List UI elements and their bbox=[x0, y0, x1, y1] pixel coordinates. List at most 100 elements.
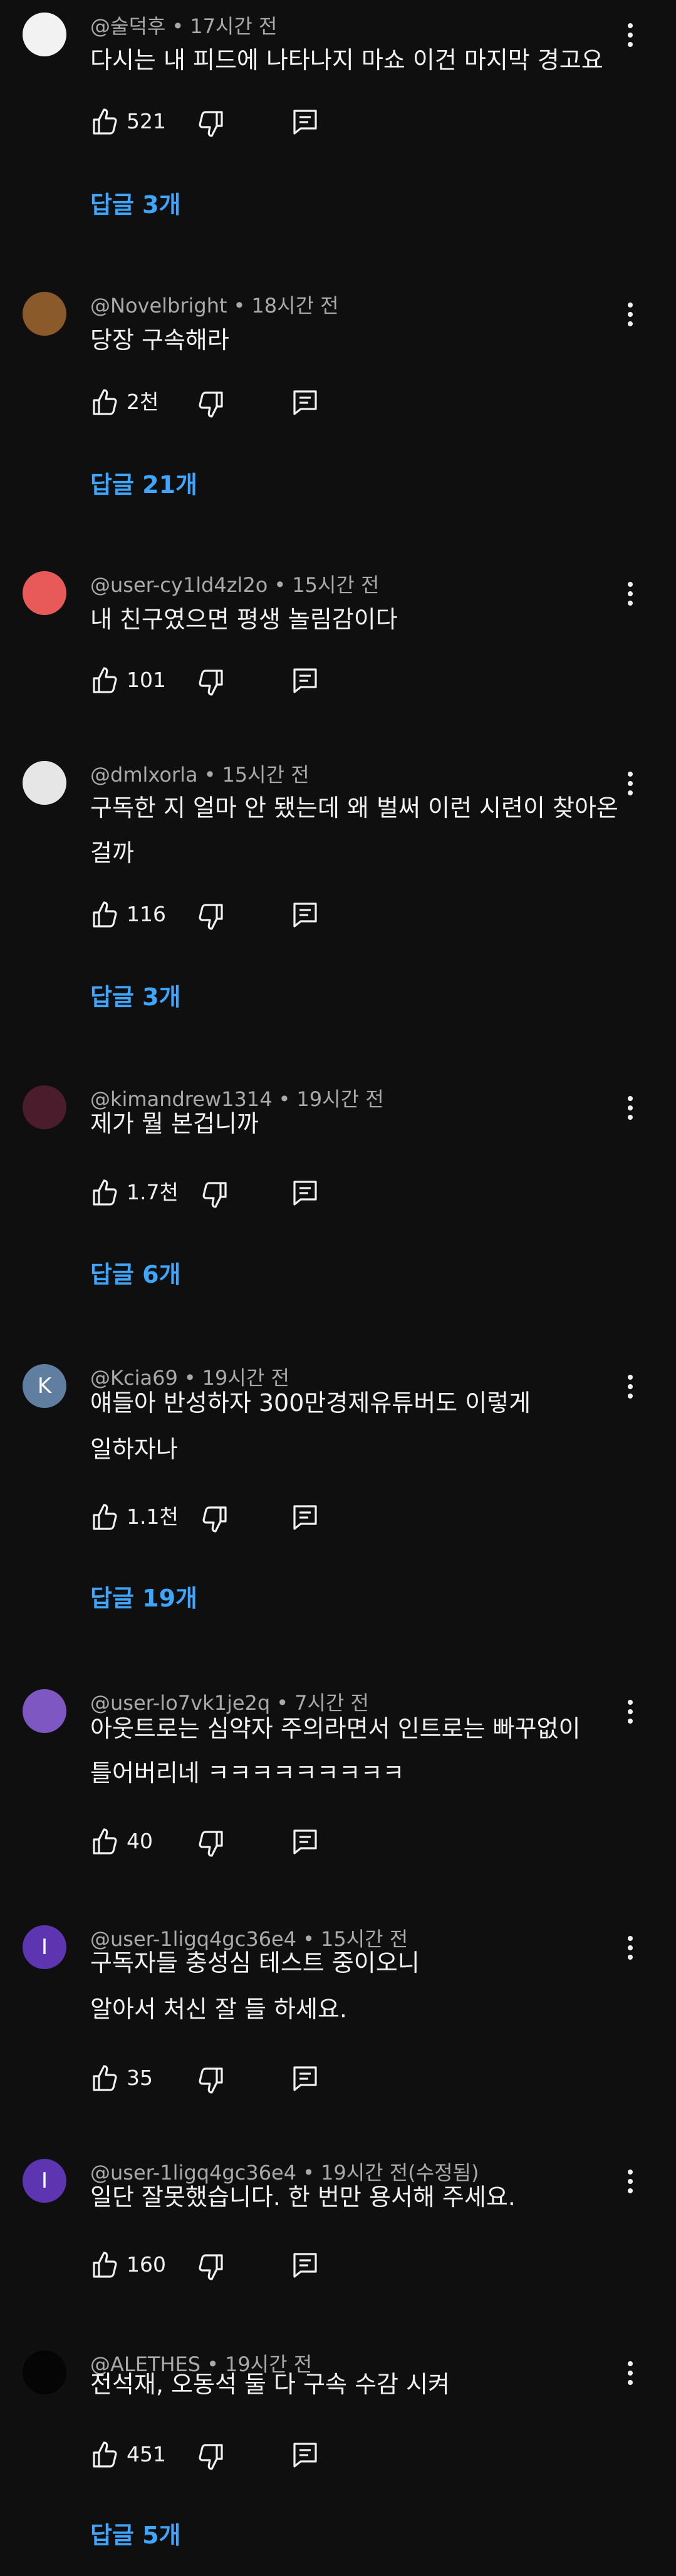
like-icon[interactable] bbox=[90, 2248, 120, 2282]
reply-icon[interactable] bbox=[289, 1826, 321, 1857]
dislike-icon[interactable] bbox=[195, 1827, 226, 1861]
more-options-icon[interactable] bbox=[620, 2163, 640, 2200]
reply-icon[interactable] bbox=[289, 386, 321, 418]
menu-dot bbox=[628, 1115, 633, 1120]
like-count: 521 bbox=[127, 109, 166, 133]
avatar[interactable] bbox=[23, 13, 66, 56]
comment-header: @dmlxorla • 15시간 전 bbox=[90, 762, 309, 787]
comment-actions: 116 bbox=[90, 897, 341, 931]
menu-dot bbox=[628, 2361, 633, 2366]
like-count: 101 bbox=[127, 668, 166, 692]
view-replies-link[interactable]: 답글 6개 bbox=[90, 1260, 181, 1290]
more-options-icon[interactable] bbox=[620, 765, 640, 802]
comment-author[interactable]: @dmlxorla bbox=[90, 763, 198, 787]
like-icon[interactable] bbox=[90, 1500, 120, 1534]
more-options-icon[interactable] bbox=[620, 1693, 640, 1730]
comment-text-line: 제가 뭘 본겁니까 bbox=[90, 1110, 259, 1137]
like-icon[interactable] bbox=[90, 897, 120, 931]
comment-feed: @술덕후 • 17시간 전다시는 내 피드에 나타나지 마쇼 이건 마지막 경고요 5… bbox=[0, 0, 676, 2576]
comment-text-line: 다시는 내 피드에 나타나지 마쇼 이건 마지막 경고요 bbox=[90, 46, 603, 74]
menu-dot bbox=[628, 772, 633, 777]
like-icon[interactable] bbox=[90, 2438, 120, 2471]
comment-actions: 40 bbox=[90, 1824, 341, 1858]
like-icon[interactable] bbox=[90, 2061, 120, 2095]
comment-author[interactable]: @술덕후 bbox=[90, 14, 165, 38]
reply-icon[interactable] bbox=[289, 2439, 321, 2470]
like-icon[interactable] bbox=[90, 663, 120, 697]
avatar[interactable]: K bbox=[23, 1364, 66, 1408]
avatar-letter: I bbox=[41, 2168, 48, 2193]
like-count: 1.1천 bbox=[127, 1504, 179, 1529]
more-options-icon[interactable] bbox=[620, 575, 640, 613]
avatar[interactable] bbox=[23, 292, 66, 336]
avatar-letter: I bbox=[41, 1935, 48, 1960]
dislike-icon[interactable] bbox=[195, 107, 226, 141]
like-count: 160 bbox=[127, 2252, 166, 2277]
menu-dot bbox=[628, 790, 633, 795]
avatar[interactable] bbox=[23, 571, 66, 615]
comment-text-line: 아웃트로는 심약자 주의라면서 인트로는 빠꾸없이 bbox=[90, 1715, 581, 1742]
dislike-icon[interactable] bbox=[199, 1503, 229, 1536]
separator-dot: • bbox=[233, 294, 246, 318]
more-options-icon[interactable] bbox=[620, 296, 640, 333]
more-options-icon[interactable] bbox=[620, 16, 640, 54]
more-options-icon[interactable] bbox=[620, 1089, 640, 1127]
like-icon[interactable] bbox=[90, 1824, 120, 1858]
menu-dot bbox=[628, 781, 633, 786]
separator-dot: • bbox=[278, 1087, 291, 1111]
reply-icon[interactable] bbox=[289, 665, 321, 696]
view-replies-link[interactable]: 답글 21개 bbox=[90, 470, 197, 500]
dislike-icon[interactable] bbox=[195, 666, 226, 700]
menu-dot bbox=[628, 591, 633, 596]
like-icon[interactable] bbox=[90, 385, 120, 419]
reply-icon[interactable] bbox=[289, 2249, 321, 2280]
like-icon[interactable] bbox=[90, 1176, 120, 1209]
dislike-icon[interactable] bbox=[195, 2250, 226, 2284]
menu-dot bbox=[628, 601, 633, 606]
reply-icon[interactable] bbox=[289, 899, 321, 930]
menu-dot bbox=[628, 1096, 633, 1101]
more-options-icon[interactable] bbox=[620, 1929, 640, 1967]
reply-icon[interactable] bbox=[289, 2062, 321, 2094]
comment-text-line: 일단 잘못했습니다. 한 번만 용서해 주세요. bbox=[90, 2183, 516, 2211]
comment-actions: 1.7천 bbox=[90, 1176, 341, 1209]
reply-icon[interactable] bbox=[289, 1177, 321, 1208]
comment-text-line: 구독한 지 얼마 안 됐는데 왜 벌써 이런 시련이 찾아온 bbox=[90, 794, 618, 822]
avatar[interactable]: I bbox=[23, 2159, 66, 2203]
avatar-letter: K bbox=[37, 1373, 52, 1399]
avatar[interactable] bbox=[23, 761, 66, 805]
comment-actions: 160 bbox=[90, 2248, 341, 2282]
dislike-icon[interactable] bbox=[195, 900, 226, 934]
comment-author[interactable]: @Novelbright bbox=[90, 294, 227, 318]
comment-text-line: 일하자나 bbox=[90, 1435, 178, 1463]
view-replies-link[interactable]: 답글 19개 bbox=[90, 1583, 197, 1613]
dislike-icon[interactable] bbox=[195, 388, 226, 422]
dislike-icon[interactable] bbox=[199, 1178, 229, 1212]
more-options-icon[interactable] bbox=[620, 1368, 640, 1405]
comment-header: @Novelbright • 18시간 전 bbox=[90, 293, 339, 318]
avatar[interactable] bbox=[23, 2351, 66, 2394]
dislike-icon[interactable] bbox=[195, 2440, 226, 2474]
avatar[interactable] bbox=[23, 1085, 66, 1129]
menu-dot bbox=[628, 1945, 633, 1950]
like-count: 116 bbox=[127, 902, 166, 926]
like-icon[interactable] bbox=[90, 105, 120, 138]
reply-icon[interactable] bbox=[289, 106, 321, 137]
more-options-icon[interactable] bbox=[620, 2354, 640, 2392]
comment-time: 17시간 전 bbox=[190, 14, 278, 38]
menu-dot bbox=[628, 1394, 633, 1399]
avatar[interactable]: I bbox=[23, 1925, 66, 1969]
menu-dot bbox=[628, 1709, 633, 1714]
menu-dot bbox=[628, 1384, 633, 1389]
dislike-icon[interactable] bbox=[195, 2064, 226, 2098]
comment-author[interactable]: @user-cy1ld4zl2o bbox=[90, 573, 268, 597]
avatar[interactable] bbox=[23, 1689, 66, 1733]
view-replies-link[interactable]: 답글 3개 bbox=[90, 982, 181, 1012]
comment-actions: 2천 bbox=[90, 385, 341, 419]
reply-icon[interactable] bbox=[289, 1501, 321, 1533]
menu-dot bbox=[628, 1700, 633, 1705]
view-replies-link[interactable]: 답글 3개 bbox=[90, 190, 181, 220]
menu-dot bbox=[628, 312, 633, 317]
view-replies-link[interactable]: 답글 5개 bbox=[90, 2520, 181, 2550]
comment-text-line: 구독자들 충성심 테스트 중이오니 bbox=[90, 1949, 420, 1977]
